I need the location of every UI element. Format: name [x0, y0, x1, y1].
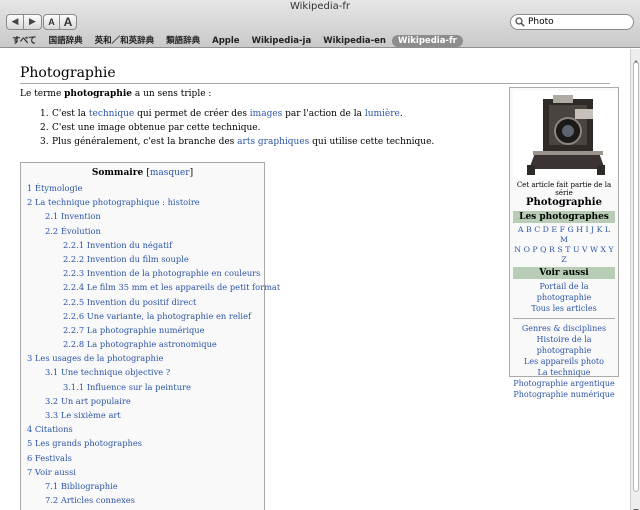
toc-item[interactable]: 4 Citations: [27, 422, 258, 436]
photographers-band: Les photographes: [513, 211, 615, 223]
bookmark-wikipedia-fr[interactable]: Wikipedia-fr: [391, 35, 463, 47]
forward-button[interactable]: ▶: [24, 14, 42, 30]
scroll-up-arrow-icon[interactable]: [632, 51, 640, 64]
toc-item[interactable]: 2 La technique photographique : histoire: [27, 195, 258, 209]
series-label: Cet article fait partie de la série: [516, 181, 612, 197]
infobox-link-genres[interactable]: Genres & disciplines: [513, 323, 615, 334]
sense-text: Plus généralement, c'est la branche des: [52, 137, 238, 147]
camera-image: [513, 91, 617, 179]
toc-item[interactable]: 6 Festivals: [27, 451, 258, 465]
back-button[interactable]: ◀: [6, 14, 24, 30]
toc-item[interactable]: 2.2.7 La photographie numérique: [27, 323, 258, 337]
article-link[interactable]: arts graphiques: [237, 137, 309, 147]
toc-item[interactable]: 2.2 Évolution: [27, 224, 258, 238]
toc-header: Sommaire [masquer]: [91, 168, 194, 178]
font-size-buttons: A A: [43, 14, 77, 30]
sense-text: C'est la: [52, 109, 89, 119]
sense-text: .: [399, 109, 403, 119]
toc-item[interactable]: 2.2.5 Invention du positif direct: [27, 295, 258, 309]
intro-paragraph: Le terme photographie a un sens triple :: [20, 89, 211, 99]
toc-item[interactable]: 7.2 Articles connexes: [27, 493, 258, 507]
bookmark-apple[interactable]: Apple: [206, 35, 245, 47]
page-title: Photographie: [20, 65, 610, 84]
toc-item[interactable]: 2.2.3 Invention de la photographie en co…: [27, 266, 260, 280]
table-of-contents: Sommaire [masquer] 1 Étymologie 2 La tech…: [20, 162, 280, 510]
scroll-down-arrow-icon[interactable]: [632, 500, 640, 510]
sense-text: qui permet de créer des: [134, 109, 250, 119]
sense-item: 2. C'est une image obtenue par cette tech…: [40, 121, 434, 135]
toc-title: Sommaire: [91, 168, 144, 178]
article-link[interactable]: lumière: [365, 109, 400, 119]
infobox-link-portal[interactable]: Portail de la photographie: [513, 281, 615, 303]
toc-item[interactable]: 2.1 Invention: [27, 209, 258, 223]
infobox-divider: [513, 318, 615, 319]
search-input[interactable]: [528, 17, 628, 27]
sense-item: 1. C'est la technique qui permet de créer…: [40, 107, 434, 121]
nav-buttons: ◀ ▶: [6, 14, 42, 30]
forward-arrow-icon: ▶: [29, 17, 36, 27]
toc-item[interactable]: 2.2.6 Une variante, la photographie en r…: [27, 309, 258, 323]
toc-item[interactable]: 7 Voir aussi: [27, 465, 258, 479]
sense-number: 2.: [40, 123, 49, 133]
sense-text: par l'action de la: [282, 109, 365, 119]
bookmark-wikipedia-en[interactable]: Wikipedia-en: [317, 35, 392, 47]
letters-row-1[interactable]: A B C D E F G H I J K L M: [513, 225, 615, 245]
bookmarks-bar: すべて 国語辞典 英和／和英辞典 類語辞典 Apple Wikipedia-ja…: [0, 34, 640, 48]
toc-item[interactable]: 3.3 Le sixième art: [27, 408, 258, 422]
article-link[interactable]: technique: [89, 109, 134, 119]
infobox-link-technique[interactable]: La technique: [513, 367, 615, 378]
toc-toggle-link[interactable]: masquer: [150, 168, 190, 178]
article-view: Photographie Le terme photographie a un …: [0, 49, 630, 510]
scrollbar-thumb[interactable]: [633, 62, 639, 492]
bookmark-thesaurus[interactable]: 類語辞典: [160, 35, 206, 47]
sense-text: C'est une image obtenue par cette techni…: [52, 123, 261, 133]
toc-item[interactable]: 2.2.4 Le film 35 mm et les appareils de …: [27, 280, 280, 294]
infobox-link-history[interactable]: Histoire de la photographie: [513, 334, 615, 356]
toc-item[interactable]: 2.2.2 Invention du film souple: [27, 252, 258, 266]
back-arrow-icon: ◀: [11, 17, 19, 27]
search-field[interactable]: [510, 14, 634, 30]
vertical-scrollbar[interactable]: [630, 49, 640, 510]
article-link[interactable]: images: [250, 109, 282, 119]
letters-row-2[interactable]: N O P Q R S T U V W X Y Z: [513, 245, 615, 265]
search-icon: [514, 16, 526, 28]
toc-item[interactable]: 3.1 Une technique objective ?: [27, 365, 258, 379]
toc-item[interactable]: 3.2 Un art populaire: [27, 394, 258, 408]
toc-item[interactable]: 2.2.1 Invention du négatif: [27, 238, 258, 252]
bookmark-english-japanese[interactable]: 英和／和英辞典: [89, 35, 161, 47]
series-name: Photographie: [526, 197, 602, 208]
intro-term: photographie: [64, 89, 132, 99]
browser-chrome: Wikipedia-fr ◀ ▶ A A すべて 国語辞典 英和／和英辞典 類語…: [0, 0, 640, 48]
senses-list: 1. C'est la technique qui permet de créer…: [40, 107, 434, 149]
see-also-band: Voir aussi: [513, 267, 615, 279]
intro-prefix: Le terme: [20, 89, 65, 99]
sense-item: 3. Plus généralement, c'est la branche de…: [40, 135, 434, 149]
infobox-link-cameras[interactable]: Les appareils photo: [513, 356, 615, 367]
intro-suffix: a un sens triple :: [132, 89, 212, 99]
toc-item[interactable]: 5 Les grands photographes: [27, 436, 258, 450]
bookmark-wikipedia-ja[interactable]: Wikipedia-ja: [246, 35, 318, 47]
toc-item[interactable]: 2.2.8 La photographie astronomique: [27, 337, 258, 351]
sense-number: 3.: [40, 137, 49, 147]
toc-item[interactable]: 7.1 Bibliographie: [27, 479, 258, 493]
window-title: Wikipedia-fr: [289, 1, 350, 12]
toc-item[interactable]: 3.1.1 Influence sur la peinture: [27, 380, 258, 394]
toc-list: 1 Étymologie 2 La technique photographiqu…: [27, 181, 280, 507]
bookmark-japanese-dictionary[interactable]: 国語辞典: [43, 35, 89, 47]
series-infobox: Cet article fait partie de la série Phot…: [509, 87, 619, 399]
infobox-link-digital[interactable]: Photographie numérique: [513, 389, 615, 400]
sense-number: 1.: [40, 109, 49, 119]
infobox-link-all-articles[interactable]: Tous les articles: [513, 303, 615, 314]
toc-item[interactable]: 3 Les usages de la photographie: [27, 351, 258, 365]
bookmark-all[interactable]: すべて: [6, 35, 43, 47]
sense-text: qui utilise cette technique.: [309, 137, 435, 147]
infobox-link-film[interactable]: Photographie argentique: [513, 378, 615, 389]
toc-item[interactable]: 1 Étymologie: [27, 181, 258, 195]
increase-font-button[interactable]: A: [60, 14, 77, 30]
decrease-font-button[interactable]: A: [43, 14, 60, 30]
